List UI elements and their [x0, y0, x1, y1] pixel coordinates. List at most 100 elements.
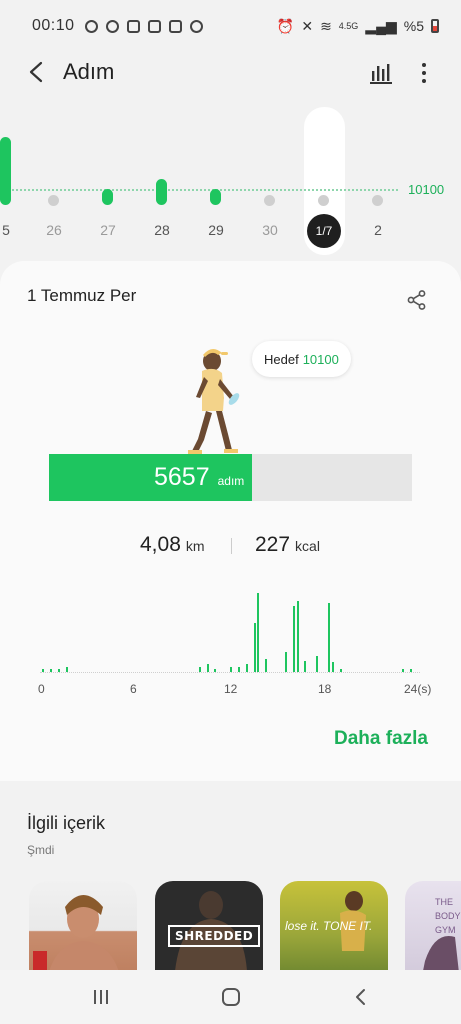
- related-content-subtitle: Şmdi: [27, 843, 55, 857]
- more-vert-icon[interactable]: [413, 58, 435, 88]
- mute-icon: ✕: [301, 17, 314, 34]
- hourly-steps-bar: [253, 622, 256, 672]
- daily-summary-card: 1 Temmuz Per Hedef 10100 5657 adım 4,08 …: [0, 261, 461, 781]
- day-strip: 10100 5 26 27 28 29 30 1/7 2: [0, 100, 461, 260]
- system-navigation-bar: [0, 970, 461, 1024]
- bar-chart-icon[interactable]: [368, 60, 394, 86]
- distance-unit: km: [185, 538, 205, 554]
- hourly-steps-bar: [284, 652, 287, 672]
- battery-percent: %5: [403, 18, 424, 34]
- hourly-steps-bar: [304, 660, 307, 672]
- nav-back-button[interactable]: [344, 982, 378, 1012]
- day-column[interactable]: 2: [358, 100, 398, 260]
- related-item[interactable]: THE BODY GYM: [405, 881, 461, 970]
- status-bar: 00:10 ⏰ ✕ ≋ 4.5G ▂▄▆ %5: [0, 0, 461, 52]
- snapchat-icon: [105, 19, 119, 33]
- home-icon: [222, 988, 240, 1006]
- day-steps-bar: [0, 137, 11, 205]
- back-icon: [29, 61, 43, 83]
- day-label: 30: [262, 222, 278, 238]
- distance-value: 4,08: [140, 533, 181, 556]
- signal-icon: ▂▄▆: [365, 17, 397, 34]
- hourly-chart-tick-label: 0: [38, 682, 45, 696]
- steps-unit: adım: [217, 474, 245, 488]
- more-button[interactable]: Daha fazla: [334, 728, 428, 750]
- calories-unit: kcal: [295, 538, 320, 554]
- day-column[interactable]: 27: [88, 100, 128, 260]
- day-label: 28: [154, 222, 170, 238]
- calories-stat: 227 kcal: [255, 533, 320, 557]
- alarm-icon: ⏰: [276, 17, 295, 34]
- day-empty-dot: [318, 195, 329, 206]
- hourly-steps-bar: [230, 667, 232, 672]
- app-bar: Adım: [0, 52, 461, 94]
- hourly-steps-bar: [402, 668, 405, 672]
- instagram-icon: [126, 19, 140, 33]
- related-item[interactable]: SHREDDED: [155, 881, 263, 970]
- settings-icon: [189, 19, 203, 33]
- goal-bubble: Hedef 10100: [252, 341, 351, 377]
- instagram-icon: [147, 19, 161, 33]
- walking-figure-illustration: [188, 348, 240, 454]
- hourly-steps-bar: [292, 606, 295, 672]
- hourly-steps-bar: [65, 667, 68, 672]
- recents-button[interactable]: [84, 982, 118, 1012]
- related-item[interactable]: [29, 881, 137, 970]
- back-button[interactable]: [22, 58, 50, 86]
- share-icon[interactable]: [406, 289, 428, 311]
- stat-divider: [231, 538, 232, 554]
- hourly-steps-bar: [265, 658, 268, 672]
- day-steps-bar: [210, 189, 221, 205]
- hourly-steps-bar: [57, 668, 60, 672]
- day-column[interactable]: 28: [142, 100, 182, 260]
- day-label: 2: [374, 222, 382, 238]
- related-content-title: İlgili içerik: [27, 813, 106, 833]
- day-column[interactable]: 5: [0, 100, 26, 260]
- day-column[interactable]: 26: [34, 100, 74, 260]
- hourly-steps-bar: [327, 603, 330, 672]
- hourly-steps-bar: [206, 663, 209, 672]
- hourly-steps-bar: [214, 668, 217, 672]
- related-item-label: lose it. TONE IT.: [285, 919, 373, 933]
- page-title: Adım: [63, 59, 115, 84]
- battery-icon: [431, 19, 439, 33]
- related-item-label: THE BODY GYM: [435, 897, 461, 935]
- hourly-chart-baseline: [40, 672, 420, 673]
- notification-icons: [84, 19, 203, 33]
- day-label-selected: 1/7: [307, 214, 341, 248]
- status-time: 00:10: [32, 17, 75, 34]
- day-empty-dot: [372, 195, 383, 206]
- hourly-chart-tick-label: 12: [224, 682, 238, 696]
- selected-date: 1 Temmuz Per: [27, 286, 137, 305]
- nav-back-icon: [356, 989, 365, 1005]
- home-button[interactable]: [214, 982, 248, 1012]
- hourly-steps-chart: 0 6 12 18 24(s): [34, 583, 434, 703]
- steps-progress-bar: 5657 adım: [49, 454, 412, 501]
- hourly-steps-bar: [331, 662, 334, 672]
- day-steps-bar: [156, 179, 167, 205]
- calories-value: 227: [255, 533, 291, 556]
- goal-value: 10100: [302, 351, 339, 367]
- steps-count: 5657: [154, 463, 210, 491]
- day-column[interactable]: 1/7: [304, 100, 344, 260]
- distance-stat: 4,08 km: [140, 533, 205, 557]
- network-type: 4.5G: [338, 21, 359, 31]
- hourly-steps-bar: [257, 593, 260, 672]
- day-column[interactable]: 30: [250, 100, 290, 260]
- day-steps-bar: [102, 189, 113, 205]
- hourly-steps-bar: [245, 663, 248, 672]
- goal-line-label: 10100: [408, 182, 445, 197]
- sync-icon: [84, 19, 98, 33]
- gallery-icon: [168, 19, 182, 33]
- hourly-steps-bar: [198, 667, 201, 672]
- day-label: 29: [208, 222, 224, 238]
- hourly-steps-bar: [49, 668, 52, 672]
- hourly-chart-tick-label: 6: [130, 682, 137, 696]
- day-column[interactable]: 29: [196, 100, 236, 260]
- related-item[interactable]: lose it. TONE IT.: [280, 881, 388, 970]
- day-empty-dot: [48, 195, 59, 206]
- hourly-steps-bar: [339, 668, 342, 672]
- day-label: 26: [46, 222, 62, 238]
- related-content-carousel: SHREDDED lose it. TONE IT. THE BODY GYM: [29, 881, 461, 970]
- day-label: 27: [100, 222, 116, 238]
